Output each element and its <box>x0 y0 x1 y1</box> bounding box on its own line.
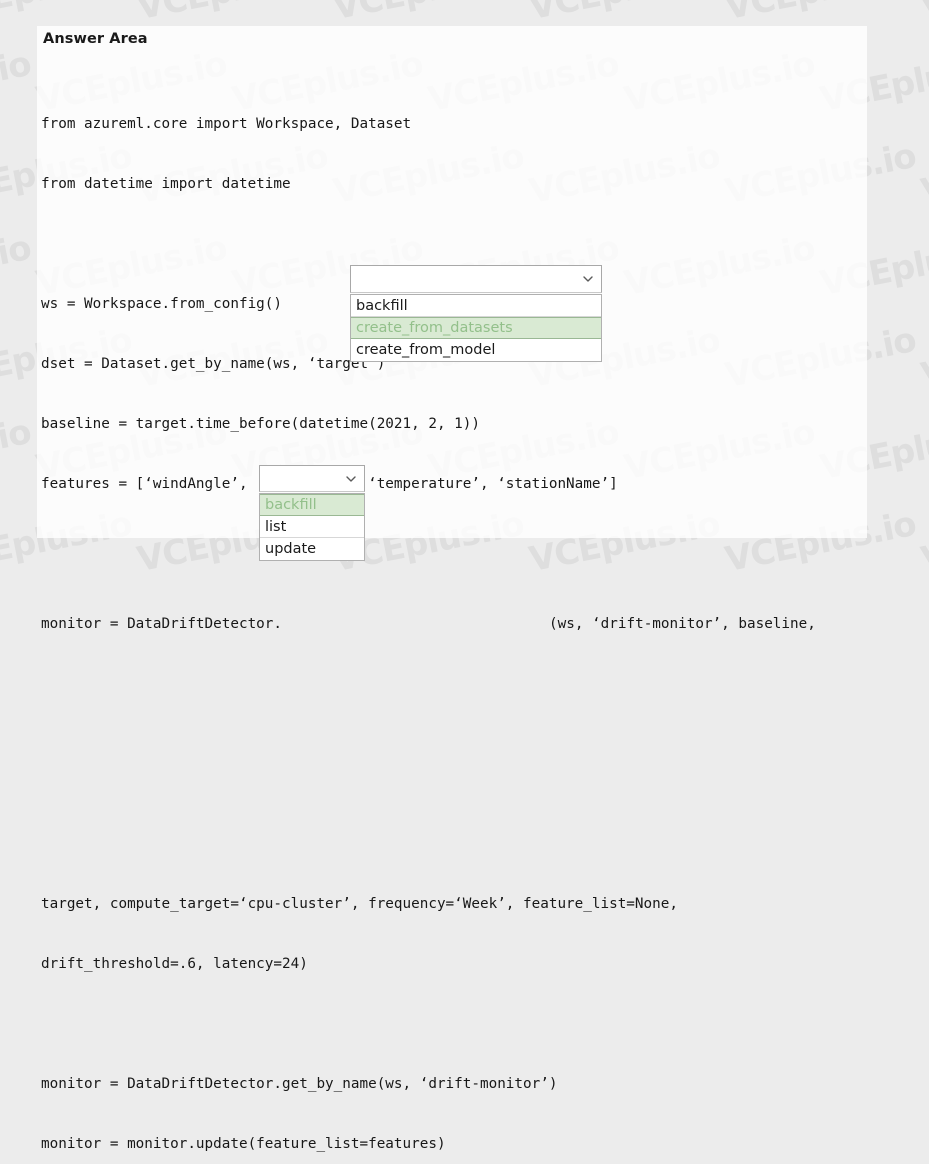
watermark-text: VCEplus.io <box>722 0 919 28</box>
code-line: monitor = monitor.update(feature_list=fe… <box>41 1136 446 1152</box>
code-line: baseline = target.time_before(datetime(2… <box>41 416 480 432</box>
code-line: drift_threshold=.6, latency=24) <box>41 956 308 972</box>
dropdown-method-run-options[interactable]: backfill list update <box>259 493 365 561</box>
chevron-down-icon[interactable] <box>345 473 357 485</box>
dropdown-option[interactable]: list <box>260 516 364 538</box>
code-fragment-prefix: monitor = DataDriftDetector. <box>41 616 283 632</box>
dropdown-method-create-options[interactable]: backfill create_from_datasets create_fro… <box>350 294 602 362</box>
dropdown-method-create-select[interactable] <box>350 265 602 293</box>
dropdown-option[interactable]: update <box>260 538 364 560</box>
code-line-with-dropdown-1: monitor = DataDriftDetector. (ws, ‘drift-… <box>41 614 865 634</box>
code-line: from datetime import datetime <box>41 176 291 192</box>
code-line: target, compute_target=‘cpu-cluster’, fr… <box>41 896 678 912</box>
code-fragment-suffix: (ws, ‘drift-monitor’, baseline, <box>549 616 816 632</box>
page-title: Answer Area <box>43 31 148 47</box>
watermark-text: VCEplus.io <box>330 0 527 28</box>
watermark-text: VCEplus.io <box>526 0 723 28</box>
code-line: from azureml.core import Workspace, Data… <box>41 116 412 132</box>
watermark-text: VCEplus.io <box>0 411 34 489</box>
dropdown-option-selected[interactable]: backfill <box>260 494 364 516</box>
watermark-text: VCEplus.io <box>0 227 34 305</box>
code-line: features = [‘windAngle’, ‘windSpeed’, ‘t… <box>41 476 618 492</box>
code-block: from azureml.core import Workspace, Data… <box>41 74 865 1164</box>
watermark-text: VCEplus.io <box>917 503 929 581</box>
dropdown-option-selected[interactable]: create_from_datasets <box>351 317 601 339</box>
watermark-text: VCEplus.io <box>134 0 331 28</box>
code-line: monitor = DataDriftDetector.get_by_name(… <box>41 1076 558 1092</box>
watermark-text: VCEplus.io <box>918 0 929 28</box>
answer-area-panel: Answer Area from azureml.core import Wor… <box>37 26 867 1152</box>
watermark-text: VCEplus.io <box>917 135 929 213</box>
dropdown-method-run-select[interactable] <box>259 465 365 492</box>
watermark-text: VCEplus.io <box>917 319 929 397</box>
dropdown-option[interactable]: create_from_model <box>351 339 601 361</box>
dropdown-option[interactable]: backfill <box>351 295 601 317</box>
chevron-down-icon[interactable] <box>582 273 594 285</box>
watermark-text: VCEplus.io <box>0 43 34 121</box>
watermark-text: VCEplus.io <box>0 0 135 28</box>
